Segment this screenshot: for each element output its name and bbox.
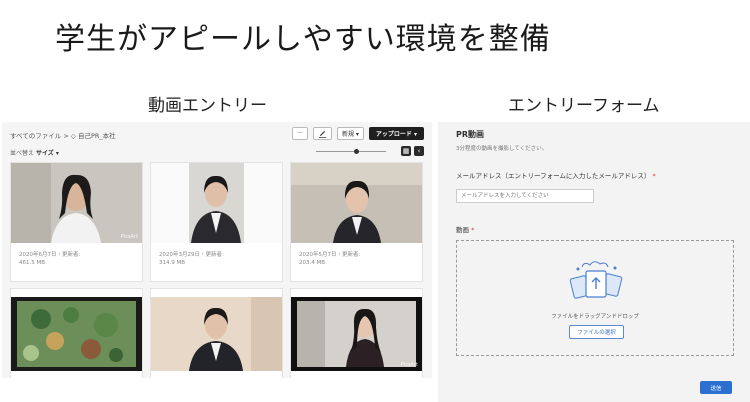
required-mark: *	[652, 172, 656, 180]
dropzone-text: ファイルをドラッグアンドドロップ	[551, 314, 639, 320]
breadcrumb: すべてのファイル > ◇ 自己PR_本社	[10, 130, 116, 140]
video-thumbnail	[11, 297, 142, 371]
breadcrumb-current: ◇ 自己PR_本社	[70, 132, 116, 140]
file-meta: 2020年6月7日・更新者: 461.5 MB	[19, 251, 80, 267]
video-entry-panel: すべてのファイル > ◇ 自己PR_本社 ··· 新規 ▾ アップロード ▾ 並…	[2, 122, 432, 378]
upload-button[interactable]: アップロード ▾	[368, 127, 424, 140]
file-size: 203.4 MB	[299, 260, 326, 266]
video-file-card[interactable]: 2020年5月7日・更新者: 203.4 MB	[290, 162, 423, 282]
video-thumbnail: PicsArt	[291, 297, 422, 371]
email-label: メールアドレス（エントリーフォームに入力したメールアドレス） *	[456, 170, 656, 180]
sort-control[interactable]: 並べ替え サイズ ▾	[10, 148, 59, 157]
edit-icon[interactable]	[312, 127, 332, 140]
sort-label: 並べ替え	[10, 150, 35, 157]
file-date: 2020年5月7日・更新者:	[299, 252, 361, 258]
more-options-button[interactable]: ···	[292, 127, 308, 140]
video-file-card[interactable]: PicsArt	[290, 288, 423, 378]
right-section-label: エントリーフォーム	[508, 96, 660, 116]
video-thumbnail: PicsArt	[11, 163, 142, 243]
video-file-card[interactable]: 2020年3月29日・更新者: 314.9 MB	[150, 162, 283, 282]
email-field[interactable]	[456, 189, 594, 203]
collapse-icon[interactable]: ‹	[414, 146, 424, 156]
new-button[interactable]: 新規 ▾	[336, 127, 364, 140]
email-label-text: メールアドレス（エントリーフォームに入力したメールアドレス）	[456, 172, 651, 180]
video-thumbnail	[151, 163, 282, 243]
required-mark: *	[471, 226, 475, 234]
file-date: 2020年3月29日・更新者:	[159, 252, 224, 258]
file-date: 2020年6月7日・更新者:	[19, 252, 81, 258]
form-title: PR動画	[456, 130, 485, 139]
video-label: 動画 *	[456, 224, 474, 234]
breadcrumb-root[interactable]: すべてのファイル	[10, 132, 61, 140]
thumbnail-watermark: PicsArt	[400, 362, 418, 368]
video-thumbnail	[151, 297, 282, 371]
video-thumbnail	[291, 163, 422, 243]
left-section-label: 動画エントリー	[148, 96, 267, 116]
file-dropzone[interactable]: ファイルをドラッグアンドドロップ ファイルの選択	[456, 240, 734, 356]
video-file-card[interactable]	[150, 288, 283, 378]
video-label-text: 動画	[456, 226, 469, 234]
sort-value[interactable]: サイズ ▾	[36, 150, 59, 157]
video-file-card[interactable]	[10, 288, 143, 378]
submit-button[interactable]: 送信	[700, 381, 732, 394]
entry-form-panel: PR動画 3分程度の動画を撮影してください。 メールアドレス（エントリーフォーム…	[438, 122, 750, 402]
file-meta: 2020年3月29日・更新者: 314.9 MB	[159, 251, 224, 267]
thumbnail-watermark: PicsArt	[120, 234, 138, 240]
toolbar: ··· 新規 ▾ アップロード ▾	[292, 127, 424, 140]
video-file-card[interactable]: PicsArt 2020年6月7日・更新者: 461.5 MB	[10, 162, 143, 282]
grid-view-icon[interactable]: ▦	[401, 146, 411, 156]
file-meta: 2020年5月7日・更新者: 203.4 MB	[299, 251, 360, 267]
zoom-slider-thumb[interactable]	[354, 149, 359, 154]
slide-title: 学生がアピールしやすい環境を整備	[55, 22, 551, 57]
file-size: 461.5 MB	[19, 260, 46, 266]
zoom-slider[interactable]	[316, 149, 386, 154]
file-upload-illustration-icon	[568, 259, 624, 309]
select-file-button[interactable]: ファイルの選択	[569, 325, 624, 339]
file-size: 314.9 MB	[159, 260, 186, 266]
breadcrumb-separator: >	[63, 132, 69, 140]
view-controls: ▦ ‹	[401, 146, 424, 156]
form-description: 3分程度の動画を撮影してください。	[456, 146, 548, 152]
